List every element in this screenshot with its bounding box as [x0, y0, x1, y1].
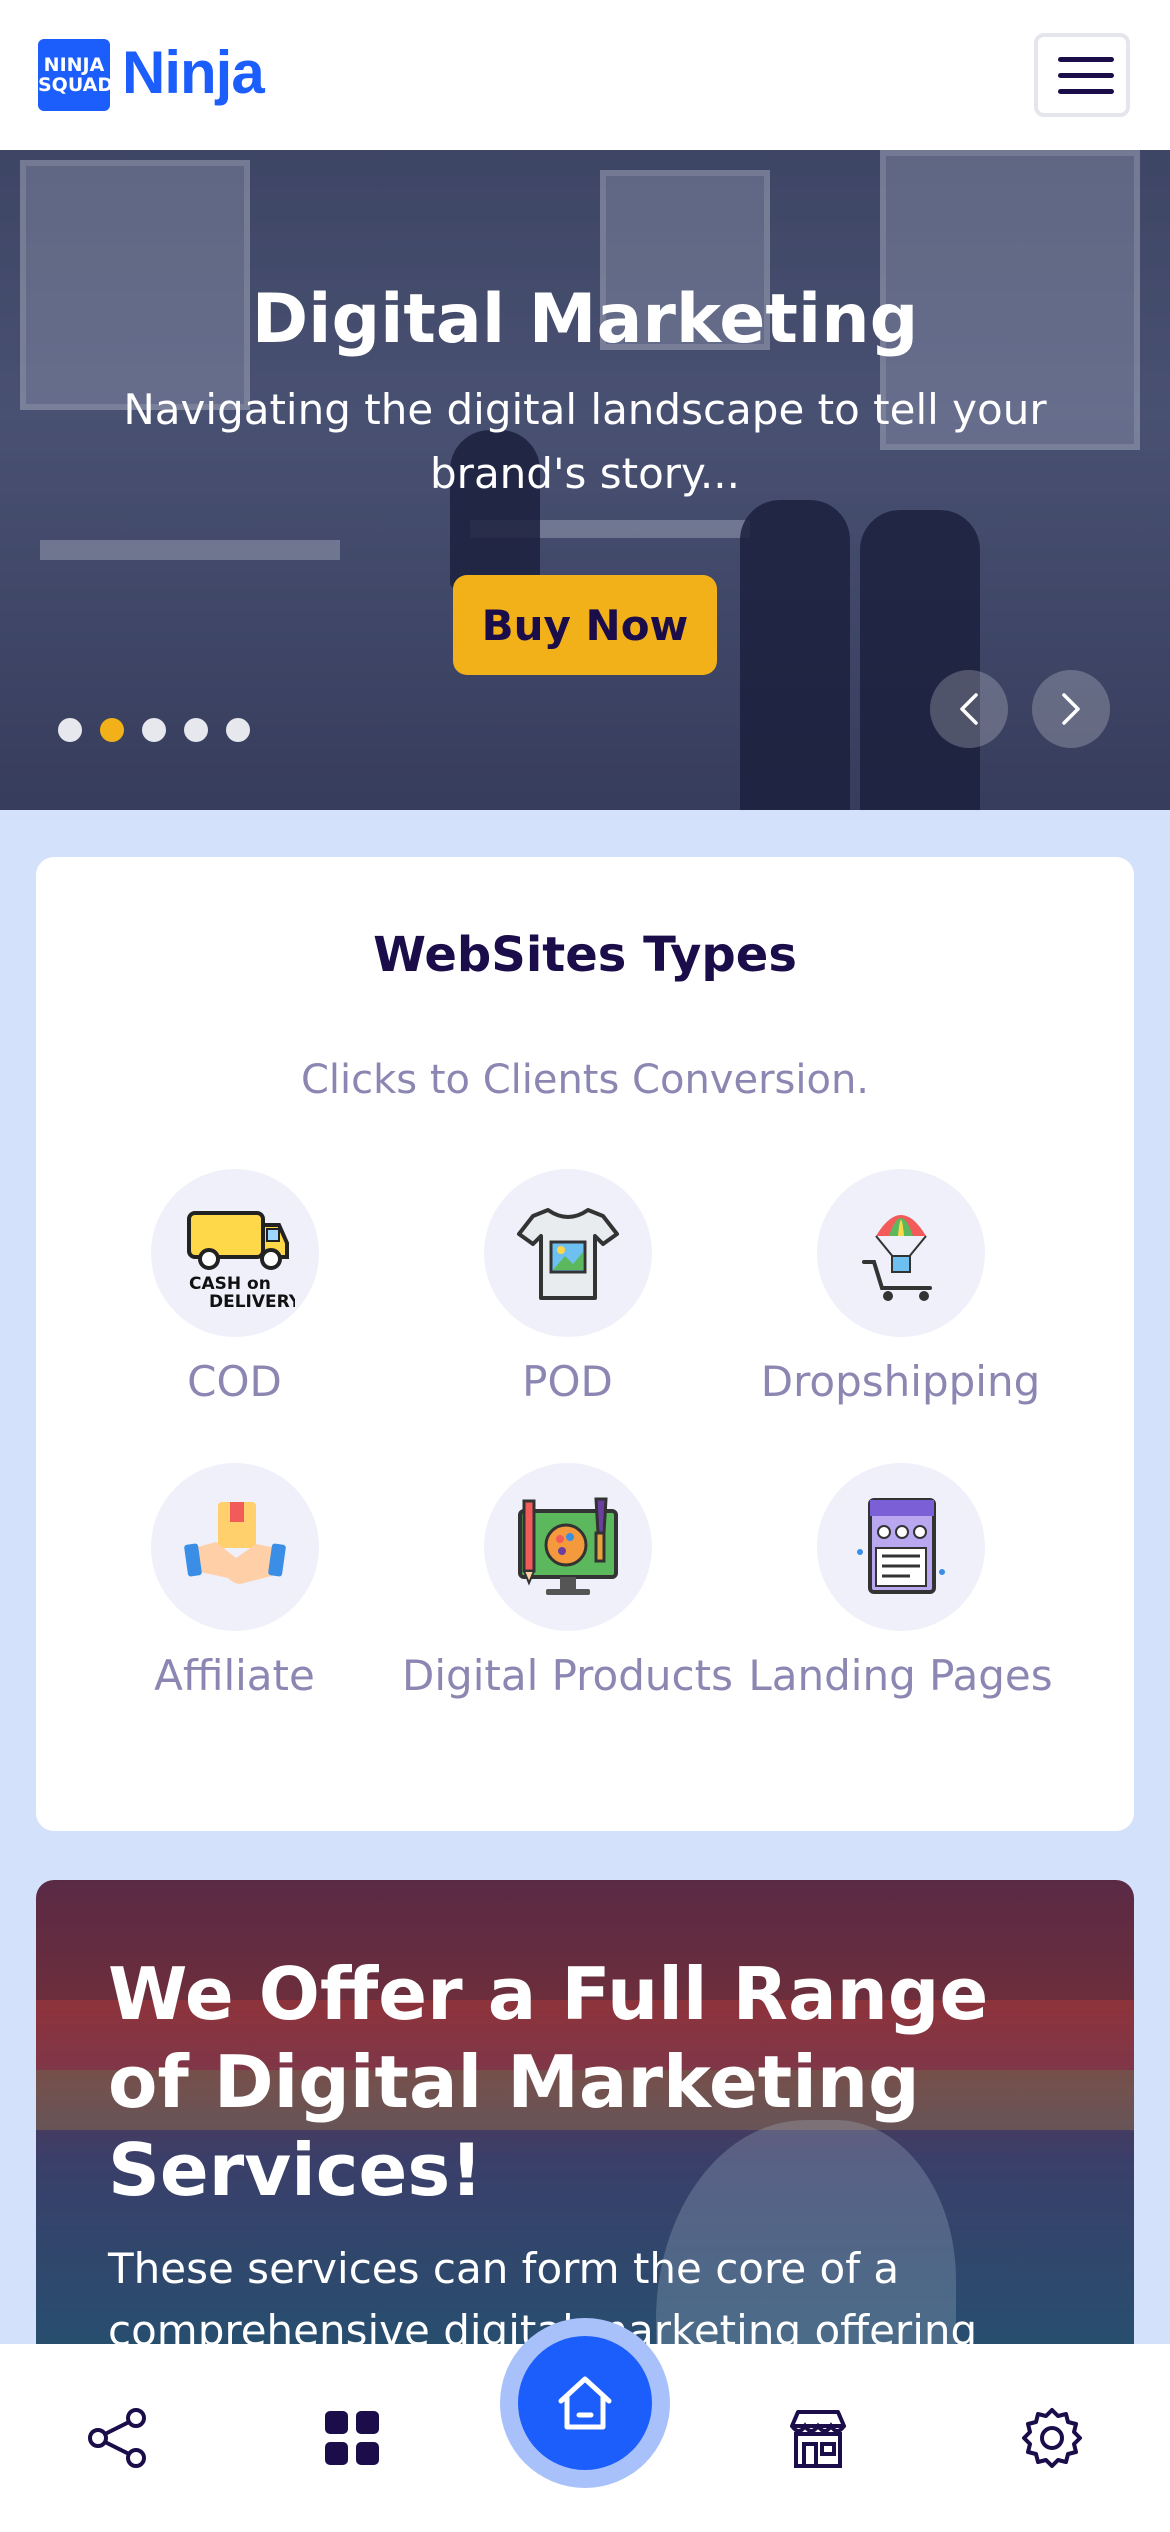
type-item-affiliate[interactable]: Affiliate: [68, 1463, 401, 1701]
chevron-right-icon: [1062, 693, 1080, 725]
buy-now-button[interactable]: Buy Now: [453, 575, 717, 675]
type-icon-circle: CASH on DELIVERY: [150, 1169, 319, 1337]
hero-slider: Digital Marketing Navigating the digital…: [0, 150, 1170, 810]
nav-share-button[interactable]: [84, 2404, 152, 2472]
type-icon-circle: [150, 1463, 319, 1631]
store-icon: [790, 2410, 846, 2468]
type-label: Affiliate: [154, 1651, 315, 1700]
slider-prev-button[interactable]: [930, 670, 1008, 748]
nav-home-button[interactable]: [518, 2336, 652, 2470]
logo-text[interactable]: Ninja: [122, 38, 265, 107]
offer-title: We Offer a Full Range of Digital Marketi…: [108, 1952, 989, 2212]
tshirt-print-icon: [516, 1208, 619, 1300]
slider-dot[interactable]: [184, 718, 208, 742]
home-button-ring: [500, 2318, 670, 2488]
slider-dot-active[interactable]: [100, 718, 124, 742]
home-icon: [558, 2376, 612, 2430]
menu-line-icon: [1058, 73, 1114, 78]
type-item-cod[interactable]: CASH on DELIVERY COD: [68, 1169, 401, 1407]
hamburger-menu-button[interactable]: [1034, 33, 1130, 117]
slider-dots: [58, 718, 250, 742]
type-label: COD: [187, 1357, 282, 1406]
hero-subtitle: Navigating the digital landscape to tell…: [123, 385, 1047, 498]
slider-dot[interactable]: [142, 718, 166, 742]
section-title: WebSites Types: [373, 927, 797, 983]
nav-grid-button[interactable]: [318, 2404, 386, 2472]
menu-line-icon: [1058, 57, 1114, 62]
logo-badge[interactable]: NINJA SQUAD: [38, 39, 114, 111]
type-label: POD: [522, 1357, 613, 1406]
chevron-left-icon: [960, 693, 978, 725]
parachute-cart-icon: [861, 1215, 932, 1301]
menu-line-icon: [1058, 89, 1114, 94]
type-item-digital-products[interactable]: Digital Products: [401, 1463, 734, 1701]
type-label: Dropshipping: [760, 1357, 1041, 1406]
hero-title: Digital Marketing: [251, 280, 919, 359]
type-icon-circle: [483, 1169, 652, 1337]
cash-on-delivery-truck-icon: CASH on DELIVERY: [186, 1211, 295, 1312]
grid-icon: [325, 2411, 379, 2465]
type-icon-circle: [816, 1169, 985, 1337]
logo-badge-line2: SQUAD: [38, 74, 114, 96]
slider-dot[interactable]: [226, 718, 250, 742]
nav-store-button[interactable]: [784, 2404, 852, 2472]
type-icon-circle: [816, 1463, 985, 1631]
nav-settings-button[interactable]: [1018, 2404, 1086, 2472]
type-label: Digital Products: [402, 1651, 733, 1700]
landing-page-icon: [856, 1498, 945, 1594]
section-subtitle: Clicks to Clients Conversion.: [300, 1057, 870, 1103]
logo-badge-line1: NINJA: [43, 54, 105, 76]
type-item-pod[interactable]: POD: [401, 1169, 734, 1407]
share-icon: [88, 2408, 146, 2468]
slider-next-button[interactable]: [1032, 670, 1110, 748]
digital-art-icon: [517, 1497, 618, 1595]
settings-icon: [1022, 2408, 1082, 2468]
top-header: NINJA SQUAD Ninja: [0, 0, 1170, 150]
website-types-card: WebSites Types Clicks to Clients Convers…: [36, 857, 1134, 1831]
type-item-landing-pages[interactable]: Landing Pages: [734, 1463, 1067, 1701]
slider-dot[interactable]: [58, 718, 82, 742]
handshake-icon: [183, 1502, 286, 1584]
type-label: Landing Pages: [748, 1651, 1053, 1700]
cod-icon-text-2: DELIVERY: [209, 1292, 295, 1312]
cod-icon-text-1: CASH on: [189, 1274, 271, 1294]
type-item-dropshipping[interactable]: Dropshipping: [734, 1169, 1067, 1407]
type-icon-circle: [483, 1463, 652, 1631]
